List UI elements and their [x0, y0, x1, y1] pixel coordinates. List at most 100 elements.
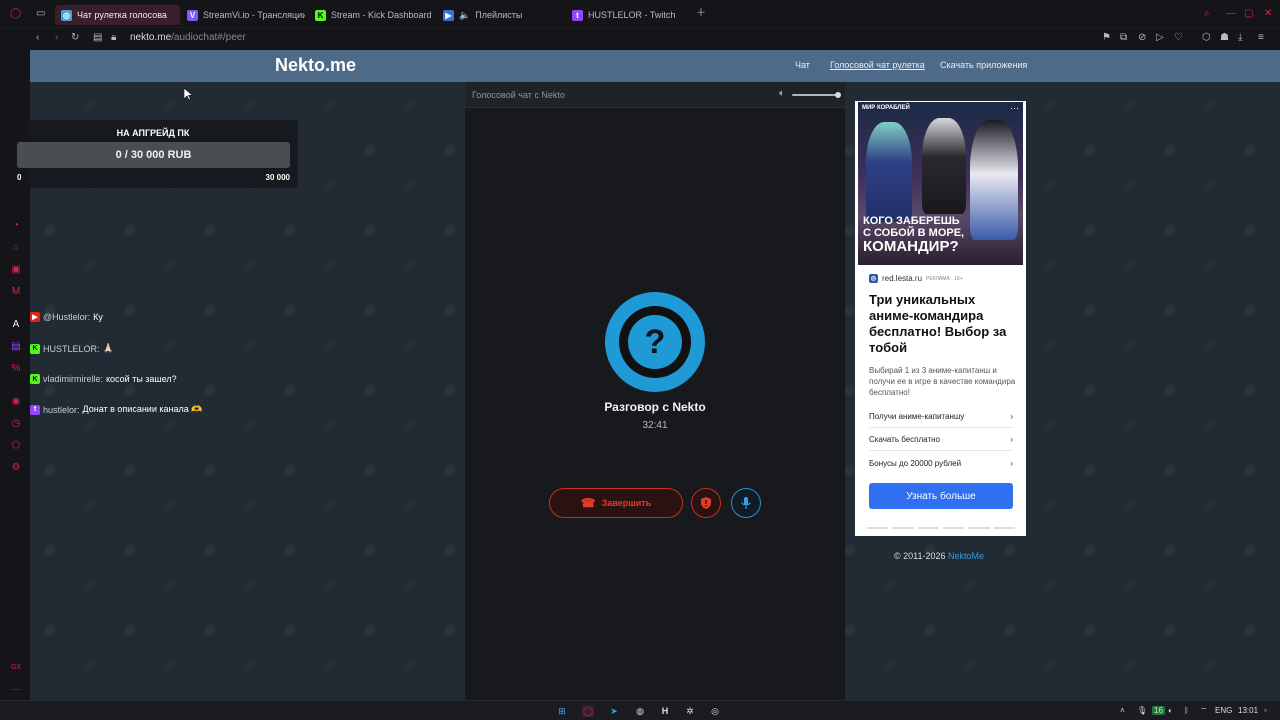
donation-progress-bar: 0 / 30 000 RUB [17, 142, 290, 168]
advertisement[interactable]: МИР КОРАБЛЕЙ ⋯ КОГО ЗАБЕРЕШЬ С СОБОЙ В М… [855, 101, 1026, 536]
menu-icon[interactable]: ≡ [1258, 32, 1264, 44]
ad-carousel-dots[interactable] [867, 527, 1015, 529]
ad-link-label: Бонусы до 20000 рублей [869, 458, 962, 468]
player-icon[interactable]: ▷ [1156, 32, 1164, 44]
kick-sidebar-icon[interactable]: A [10, 319, 22, 331]
tray-chevron-icon[interactable]: ˄ [1120, 706, 1125, 715]
download-icon[interactable]: ⤓ [1238, 32, 1242, 44]
volume-slider[interactable] [792, 94, 840, 96]
donation-goal: НА АПГРЕЙД ПК 0 / 30 000 RUB 0 30 000 [8, 120, 298, 188]
player-sidebar-icon[interactable]: ◉ [10, 396, 22, 408]
history-icon[interactable]: ◷ [10, 418, 22, 430]
nav-download-apps[interactable]: Скачать приложения [940, 60, 1027, 70]
app-gear-icon[interactable]: ✲ [684, 705, 696, 717]
end-call-button[interactable]: ☎ Завершить [549, 488, 683, 518]
chat-username: @Hustlelor: [43, 312, 91, 322]
tab-label: Stream - Kick Dashboard [331, 10, 432, 20]
tab-streamvi[interactable]: V StreamVi.io - Трансляции [187, 5, 305, 25]
ad-image-line-3: КОМАНДИР? [863, 238, 959, 256]
obs-icon[interactable]: ◎ [709, 705, 721, 717]
donation-progress-text: 0 / 30 000 RUB [115, 149, 192, 161]
question-mark-icon: ? [628, 315, 682, 369]
search-icon[interactable]: ⌕ [1204, 8, 1210, 20]
ad-link-1[interactable]: Получи аниме-капитаншу › [869, 406, 1013, 428]
tab-kick[interactable]: K Stream - Kick Dashboard [315, 5, 433, 25]
ad-link-3[interactable]: Бонусы до 20000 рублей › [869, 452, 1013, 474]
twitch-app-icon[interactable]: ▤ [10, 341, 22, 353]
copyright-link[interactable]: NektoMe [948, 551, 984, 561]
extensions-icon[interactable]: ⬡ [1202, 32, 1211, 44]
volume-slider-handle[interactable] [835, 92, 841, 98]
sidebar-panel-icon[interactable]: ▤ [93, 32, 102, 44]
twitch-sidebar-icon[interactable]: ▣ [10, 264, 22, 276]
peer-avatar: ? [605, 292, 705, 392]
close-icon[interactable]: ✕ [1264, 8, 1272, 20]
wifi-icon[interactable]: ⌔ [1200, 706, 1208, 716]
site-logo[interactable]: Nekto.me [275, 55, 356, 76]
ad-link-2[interactable]: Скачать бесплатно › [869, 429, 1013, 451]
ad-more-icon[interactable]: ⋯ [1010, 103, 1019, 114]
microphone-button[interactable] [731, 488, 761, 518]
url-field[interactable]: nekto.me/audiochat#/peer [130, 32, 246, 43]
donation-min: 0 [17, 173, 22, 182]
percent-icon[interactable]: % [10, 363, 22, 375]
extensions-sidebar-icon[interactable]: ⬠ [10, 440, 22, 452]
chat-username: vladimirmirelle: [43, 374, 104, 384]
bookmark-icon[interactable]: ⚑ [1102, 32, 1111, 44]
nav-voice-chat[interactable]: Голосовой чат рулетка [830, 60, 925, 70]
back-icon[interactable]: ‹ [36, 32, 39, 44]
tab-label: Чат рулетка голосова [77, 10, 167, 20]
report-button[interactable] [691, 488, 721, 518]
tray-mic-icon[interactable]: 🎙︎ [1137, 706, 1147, 715]
call-timer: 32:41 [642, 420, 668, 431]
tray-app-icon[interactable]: ◐ [1168, 706, 1173, 715]
ad-headline[interactable]: Три уникальных аниме-командира бесплатно… [869, 292, 1019, 356]
tab-nekto[interactable]: ◎ Чат рулетка голосова [55, 5, 180, 25]
adblock-icon[interactable]: ⊘ [1138, 32, 1146, 44]
ad-cta-button[interactable]: Узнать больше [869, 483, 1013, 509]
gx-logo-icon: GX [10, 664, 22, 671]
tray-badge[interactable]: 16 [1152, 706, 1165, 715]
tab-twitch[interactable]: t HUSTLELOR - Twitch [572, 5, 687, 25]
ad-tag: РЕКЛАМА · 16+ [926, 275, 963, 282]
twitch-icon: t [30, 404, 40, 415]
minimize-icon[interactable]: — [1226, 8, 1236, 20]
chevron-right-icon: › [1010, 458, 1013, 468]
voice-chat-header: Голосовой чат с Nekto 🔈︎ [465, 82, 845, 108]
steam-icon[interactable]: ◍ [634, 705, 646, 717]
ad-image[interactable]: МИР КОРАБЛЕЙ ⋯ КОГО ЗАБЕРЕШЬ С СОБОЙ В М… [858, 102, 1023, 265]
language-indicator[interactable]: ENG [1215, 706, 1232, 715]
gx-control-icon[interactable]: ◔ [10, 220, 22, 232]
snapshot-icon[interactable]: ⧉ [1120, 32, 1127, 44]
maximize-icon[interactable]: ▢ [1244, 8, 1253, 20]
windows-start-icon[interactable]: ⊞ [556, 705, 568, 717]
settings-icon[interactable]: ⚙ [10, 462, 22, 474]
opera-logo-icon[interactable]: ◯ [10, 8, 21, 20]
youtube-favicon-icon: ▶ [443, 9, 454, 21]
more-icon[interactable]: … [10, 682, 22, 694]
forward-icon[interactable]: › [55, 32, 58, 44]
workspaces-icon[interactable]: ▭ [36, 8, 45, 20]
opera-gx-taskbar-icon[interactable]: ◯ [582, 705, 594, 717]
nav-chat[interactable]: Чат [795, 60, 810, 70]
chevron-right-icon: › [1010, 412, 1013, 421]
gx-corner-icon[interactable]: ⌂ [10, 242, 22, 254]
mouse-cursor-icon [184, 88, 193, 101]
profile-icon[interactable]: ☗ [1220, 32, 1229, 44]
notifications-icon[interactable]: ▫ [1264, 706, 1267, 715]
clock[interactable]: 13:01 [1238, 706, 1258, 715]
tab-playlists[interactable]: ▶ 🔈 Плейлисты [443, 5, 553, 25]
app-h-icon[interactable]: H [659, 705, 671, 717]
gmail-sidebar-icon[interactable]: M [10, 286, 22, 298]
tray-bluetooth-icon[interactable]: ᛒ [1184, 706, 1189, 715]
new-tab-icon[interactable]: ＋ [696, 8, 706, 20]
ad-figure-left [866, 122, 912, 222]
telegram-icon[interactable]: ➤ [608, 705, 620, 717]
ad-source[interactable]: ◎ red.lesta.ru РЕКЛАМА · 16+ [869, 274, 963, 283]
ad-source-domain: red.lesta.ru [882, 274, 923, 283]
volume-icon[interactable]: 🔈︎ [779, 88, 785, 99]
reload-icon[interactable]: ↻ [71, 32, 79, 44]
site-header: Nekto.me Чат Голосовой чат рулетка Скача… [30, 50, 1280, 82]
heart-icon[interactable]: ♡ [1174, 32, 1183, 44]
chat-text: косой ты зашел? [106, 374, 177, 384]
